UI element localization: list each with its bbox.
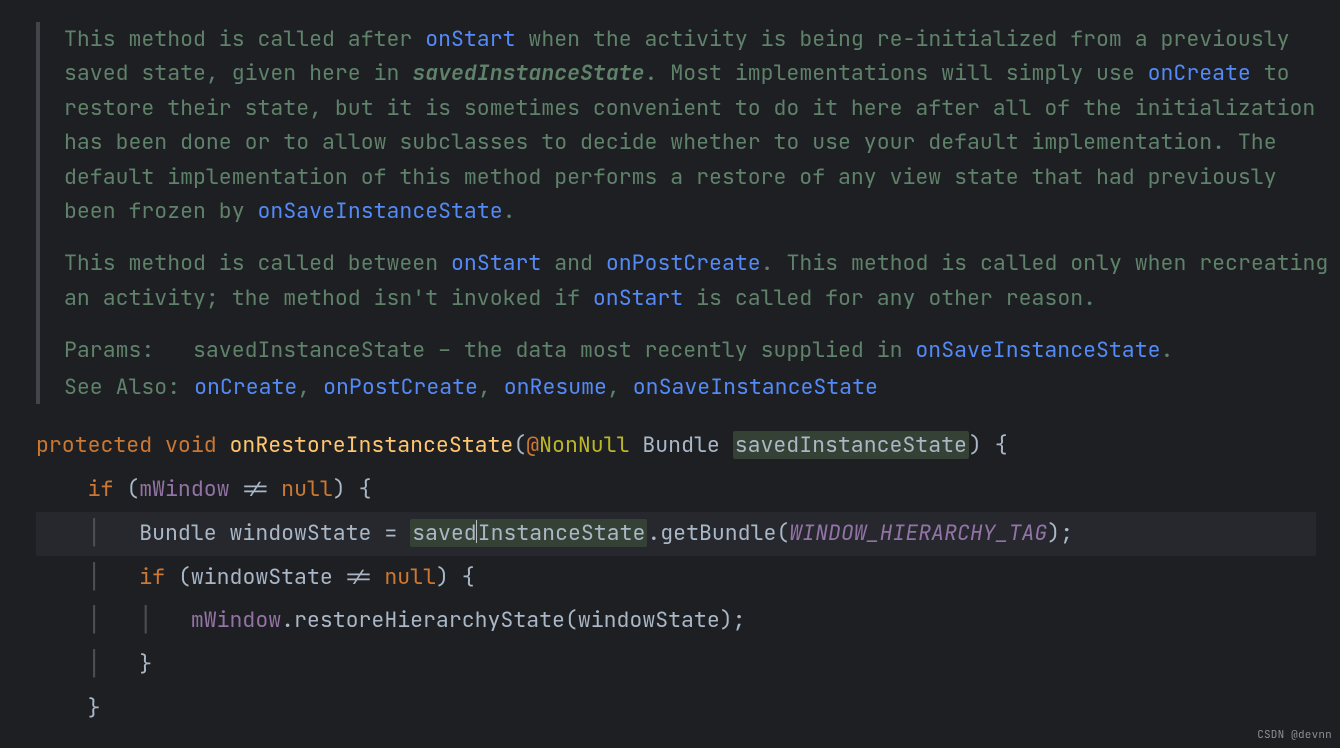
javadoc-params-label: Params:	[64, 333, 179, 367]
field-mwindow: mWindow	[139, 475, 229, 503]
method-call-getbundle: .getBundle(	[647, 519, 789, 547]
doc-text: . Most implementations will simply use	[645, 59, 1148, 87]
doc-sep: ,	[607, 373, 633, 401]
type-bundle: Bundle	[139, 519, 216, 547]
doc-sep: ,	[297, 373, 323, 401]
annotation-nonnull: NonNull	[539, 431, 629, 459]
keyword-if: if	[139, 563, 165, 591]
doc-link-oncreate[interactable]: onCreate	[194, 373, 297, 401]
editor-root: This method is called after onStart when…	[0, 0, 1340, 748]
javadoc-params-row: Params: savedInstanceState – the data mo…	[64, 333, 1334, 367]
doc-link-onsaveinstancestate[interactable]: onSaveInstanceState	[915, 336, 1160, 364]
keyword-void: void	[165, 431, 217, 459]
text-caret	[476, 520, 477, 543]
doc-link-onpostcreate[interactable]: onPostCreate	[606, 249, 761, 277]
javadoc-paragraph-1: This method is called after onStart when…	[64, 22, 1334, 228]
doc-link-onstart[interactable]: onStart	[451, 249, 541, 277]
javadoc-seealso-body: onCreate, onPostCreate, onResume, onSave…	[194, 370, 1334, 404]
javadoc-seealso-label: See Also:	[64, 370, 180, 404]
doc-link-oncreate[interactable]: onCreate	[1148, 59, 1251, 87]
code-line: protected void onRestoreInstanceState(@N…	[36, 431, 1008, 459]
doc-link-onstart[interactable]: onStart	[425, 25, 515, 53]
keyword-null: null	[384, 563, 436, 591]
javadoc-param-name: savedInstanceState	[193, 336, 425, 364]
javadoc-params-body: savedInstanceState – the data most recen…	[193, 333, 1334, 367]
keyword-null: null	[281, 475, 333, 503]
constant-window-hierarchy-tag: WINDOW_HIERARCHY_TAG	[789, 519, 1047, 547]
doc-sep: ,	[478, 373, 504, 401]
doc-link-onstart[interactable]: onStart	[593, 284, 683, 312]
doc-text: .	[503, 197, 516, 225]
code-line: │ }	[36, 650, 152, 678]
doc-link-onpostcreate[interactable]: onPostCreate	[323, 373, 478, 401]
method-name: onRestoreInstanceState	[230, 431, 514, 459]
method-call-restorehierarchystate: .restoreHierarchyState(	[281, 606, 578, 634]
doc-text: This method is called between	[64, 249, 451, 277]
doc-link-onsaveinstancestate[interactable]: onSaveInstanceState	[633, 373, 878, 401]
doc-text: and	[541, 249, 606, 277]
doc-emphasis-param: savedInstanceState	[412, 59, 644, 87]
code-line: │ │ mWindow.restoreHierarchyState(window…	[36, 606, 746, 634]
local-windowstate: windowState	[578, 606, 720, 634]
local-windowstate: windowState	[191, 563, 333, 591]
doc-link-onresume[interactable]: onResume	[504, 373, 607, 401]
param-highlight: savedInstanceState	[410, 519, 647, 547]
doc-text: .	[1161, 336, 1174, 364]
annotation-at: @	[526, 431, 539, 459]
code-line: │ if (windowState != null) {	[36, 563, 475, 591]
watermark: CSDN @devnn	[1257, 729, 1332, 742]
javadoc-seealso-row: See Also: onCreate, onPostCreate, onResu…	[64, 370, 1334, 404]
code-editor[interactable]: protected void onRestoreInstanceState(@N…	[36, 424, 1316, 731]
doc-text: is called for any other reason.	[683, 284, 1096, 312]
type-bundle: Bundle	[642, 431, 719, 459]
javadoc-paragraph-2: This method is called between onStart an…	[64, 246, 1334, 315]
doc-text: This method is called after	[64, 25, 425, 53]
keyword-if: if	[88, 475, 114, 503]
keyword-protected: protected	[36, 431, 152, 459]
local-windowstate: windowState	[230, 519, 372, 547]
code-line-current: │ Bundle windowState = savedInstanceStat…	[36, 512, 1316, 556]
code-line: }	[36, 694, 101, 722]
javadoc-popup: This method is called after onStart when…	[36, 22, 1334, 404]
doc-text: – the data most recently supplied in	[425, 336, 915, 364]
doc-link-onsaveinstancestate[interactable]: onSaveInstanceState	[258, 197, 503, 225]
field-mwindow: mWindow	[191, 606, 281, 634]
param-highlight: savedInstanceState	[733, 431, 969, 459]
code-line: if (mWindow != null) {	[36, 475, 371, 503]
